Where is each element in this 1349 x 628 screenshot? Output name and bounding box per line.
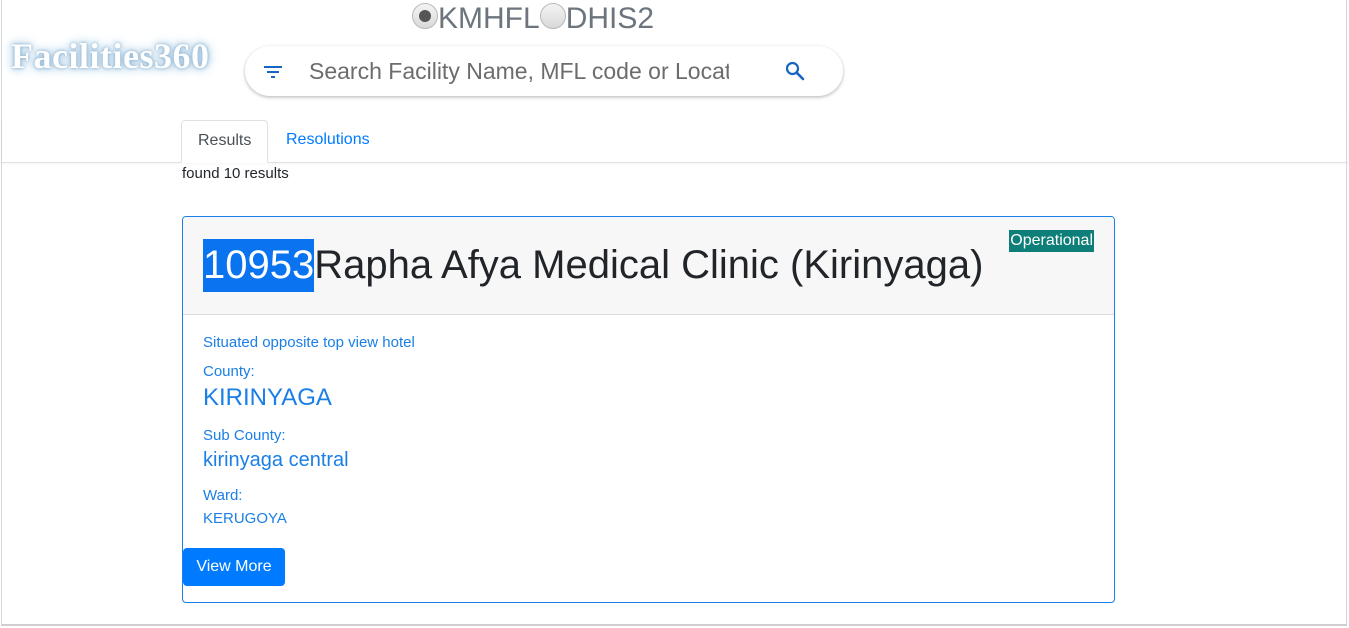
results-count: found 10 results bbox=[182, 165, 289, 182]
sub-county-label: Sub County: bbox=[203, 427, 286, 444]
status-badge: Operational bbox=[1009, 230, 1094, 252]
mfl-code: 10953 bbox=[203, 239, 315, 292]
search-bar bbox=[245, 46, 843, 96]
search-input[interactable] bbox=[309, 56, 729, 86]
page-frame: Facilities360 KMHFL DHIS2 Results Resolu… bbox=[1, 0, 1348, 626]
filter-list-icon[interactable] bbox=[264, 65, 282, 78]
data-source-toggle: KMHFL DHIS2 bbox=[412, 2, 654, 36]
results-tabs: Results Resolutions bbox=[2, 120, 1348, 163]
kmhfl-radio-label[interactable]: KMHFL bbox=[438, 2, 540, 36]
county-label: County: bbox=[203, 363, 255, 380]
dhis2-radio-label[interactable]: DHIS2 bbox=[566, 2, 654, 36]
facility-name: Rapha Afya Medical Clinic (Kirinyaga) bbox=[314, 243, 984, 287]
view-more-button[interactable]: View More bbox=[183, 548, 285, 586]
sub-county-value: kirinyaga central bbox=[203, 449, 349, 471]
facility-card-header: 10953Rapha Afya Medical Clinic (Kirinyag… bbox=[183, 217, 1114, 315]
ward-label: Ward: bbox=[203, 487, 243, 504]
brand-logo[interactable]: Facilities360 bbox=[11, 35, 209, 77]
facility-title: 10953Rapha Afya Medical Clinic (Kirinyag… bbox=[203, 239, 983, 292]
tab-results[interactable]: Results bbox=[181, 120, 269, 163]
county-value: KIRINYAGA bbox=[203, 384, 332, 411]
tab-resolutions[interactable]: Resolutions bbox=[270, 120, 386, 162]
ward-value: KERUGOYA bbox=[203, 510, 287, 527]
facility-directions: Situated opposite top view hotel bbox=[203, 334, 415, 351]
facility-card: 10953Rapha Afya Medical Clinic (Kirinyag… bbox=[182, 216, 1115, 603]
dhis2-radio[interactable] bbox=[539, 3, 566, 29]
kmhfl-radio[interactable] bbox=[412, 3, 438, 29]
search-icon[interactable] bbox=[785, 61, 805, 81]
